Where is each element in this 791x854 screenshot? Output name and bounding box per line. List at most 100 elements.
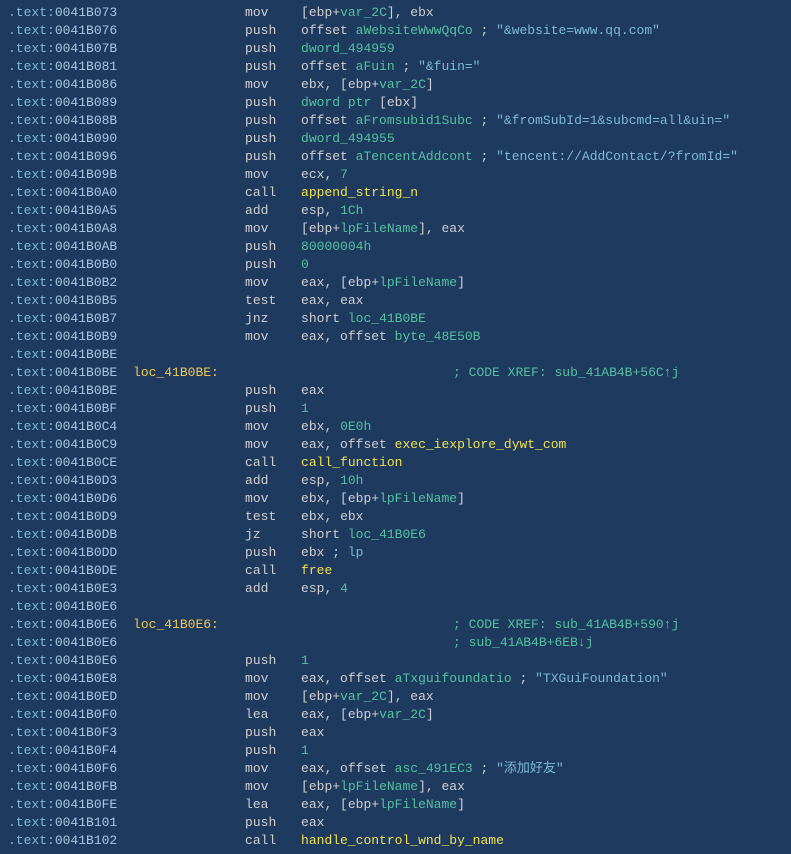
operand-token: , [ <box>324 491 347 506</box>
asm-line[interactable]: .text:0041B0F3 pusheax <box>8 724 783 742</box>
operands: eax, [ebp+lpFileName] <box>301 275 465 290</box>
segment-prefix: .text: <box>8 671 55 686</box>
asm-line[interactable]: .text:0041B0E6 loc_41B0E6:; CODE XREF: s… <box>8 616 783 634</box>
segment-prefix: .text: <box>8 761 55 776</box>
asm-line[interactable]: .text:0041B0D9 testebx, ebx <box>8 508 783 526</box>
asm-line[interactable]: .text:0041B0F4 push1 <box>8 742 783 760</box>
operand-token: lpFileName <box>379 491 457 506</box>
asm-line[interactable]: .text:0041B0C9 moveax, offset exec_iexpl… <box>8 436 783 454</box>
operands: eax, offset aTxguifoundatio ; "TXGuiFoun… <box>301 671 668 686</box>
operand-token: offset <box>301 23 356 38</box>
asm-line[interactable]: .text:0041B0B2 moveax, [ebp+lpFileName] <box>8 274 783 292</box>
asm-line[interactable]: .text:0041B0BE loc_41B0BE:; CODE XREF: s… <box>8 364 783 382</box>
address: 0041B101 <box>55 815 117 830</box>
asm-line[interactable]: .text:0041B0E8 moveax, offset aTxguifoun… <box>8 670 783 688</box>
asm-line[interactable]: .text:0041B0BF push1 <box>8 400 783 418</box>
operand-token: + <box>332 689 340 704</box>
operand-token: eax <box>301 797 324 812</box>
asm-line[interactable]: .text:0041B081 pushoffset aFuin ; "&fuin… <box>8 58 783 76</box>
asm-line[interactable]: .text:0041B0C4 movebx, 0E0h <box>8 418 783 436</box>
operand-token: , [ <box>324 797 347 812</box>
address: 0041B0F6 <box>55 761 117 776</box>
asm-line[interactable]: .text:0041B0BE pusheax <box>8 382 783 400</box>
asm-line[interactable]: .text:0041B090 pushdword_494955 <box>8 130 783 148</box>
asm-line[interactable]: .text:0041B0B0 push0 <box>8 256 783 274</box>
operand-token: ebx <box>340 509 363 524</box>
asm-line[interactable]: .text:0041B0DE callfree <box>8 562 783 580</box>
mnemonic: add <box>245 202 268 220</box>
asm-line[interactable]: .text:0041B0B7 jnzshort loc_41B0BE <box>8 310 783 328</box>
asm-line[interactable]: .text:0041B0E6 <box>8 598 783 616</box>
operands: offset aWebsiteWwwQqCo ; "&website=www.q… <box>301 23 660 38</box>
operand-token: [ <box>301 689 309 704</box>
operand-token: lp <box>348 545 364 560</box>
operand-token: 1 <box>301 743 309 758</box>
asm-line[interactable]: .text:0041B0CE callcall_function <box>8 454 783 472</box>
asm-line[interactable]: .text:0041B102 callhandle_control_wnd_by… <box>8 832 783 850</box>
asm-line[interactable]: .text:0041B086 movebx, [ebp+var_2C] <box>8 76 783 94</box>
operands: dword_494959 <box>301 41 395 56</box>
operands: [ebp+lpFileName], eax <box>301 221 465 236</box>
asm-line[interactable]: .text:0041B096 pushoffset aTencentAddcon… <box>8 148 783 166</box>
mnemonic: mov <box>245 76 268 94</box>
asm-line[interactable]: .text:0041B0AB push80000004h <box>8 238 783 256</box>
operand-token: offset <box>301 113 356 128</box>
asm-line[interactable]: .text:0041B0FB mov[ebp+lpFileName], eax <box>8 778 783 796</box>
segment-prefix: .text: <box>8 311 55 326</box>
asm-line[interactable]: .text:0041B076 pushoffset aWebsiteWwwQqC… <box>8 22 783 40</box>
operand-token: eax <box>301 815 324 830</box>
asm-line[interactable]: .text:0041B0B5 testeax, eax <box>8 292 783 310</box>
segment-prefix: .text: <box>8 707 55 722</box>
asm-line[interactable]: .text:0041B0DD pushebx ; lp <box>8 544 783 562</box>
address: 0041B0C4 <box>55 419 117 434</box>
asm-line[interactable]: .text:0041B0A5 addesp, 1Ch <box>8 202 783 220</box>
asm-line[interactable]: .text:0041B073 mov[ebp+var_2C], ebx <box>8 4 783 22</box>
address: 0041B0DE <box>55 563 117 578</box>
mnemonic: jnz <box>245 310 268 328</box>
asm-line[interactable]: .text:0041B08B pushoffset aFromsubid1Sub… <box>8 112 783 130</box>
operand-token: [ <box>301 5 309 20</box>
operands: short loc_41B0E6 <box>301 527 426 542</box>
asm-line[interactable]: .text:0041B0E6 push1 <box>8 652 783 670</box>
asm-line[interactable]: .text:0041B0A8 mov[ebp+lpFileName], eax <box>8 220 783 238</box>
operands: ebx, [ebp+var_2C] <box>301 77 434 92</box>
operand-token: ] <box>457 491 465 506</box>
asm-line[interactable]: .text:0041B0DB jzshort loc_41B0E6 <box>8 526 783 544</box>
segment-prefix: .text: <box>8 815 55 830</box>
operand-token: 0E0h <box>340 419 371 434</box>
operand-token: aFromsubid1Subc <box>356 113 473 128</box>
asm-line[interactable]: .text:0041B0A0 callappend_string_n <box>8 184 783 202</box>
operand-token: 1 <box>301 653 309 668</box>
operand-token: eax <box>301 437 324 452</box>
operand-token: ; <box>512 671 535 686</box>
asm-line[interactable]: .text:0041B0ED mov[ebp+var_2C], eax <box>8 688 783 706</box>
operands: dword ptr [ebx] <box>301 95 418 110</box>
asm-line[interactable]: .text:0041B0F0 leaeax, [ebp+var_2C] <box>8 706 783 724</box>
address: 0041B0ED <box>55 689 117 704</box>
asm-line[interactable]: .text:0041B0E3 addesp, 4 <box>8 580 783 598</box>
asm-line[interactable]: .text:0041B09B movecx, 7 <box>8 166 783 184</box>
mnemonic: mov <box>245 166 268 184</box>
asm-line[interactable]: .text:0041B0E6 ; sub_41AB4B+6EB↓j <box>8 634 783 652</box>
operand-token: eax <box>410 689 433 704</box>
asm-line[interactable]: .text:0041B101 pusheax <box>8 814 783 832</box>
asm-line[interactable]: .text:0041B0FE leaeax, [ebp+lpFileName] <box>8 796 783 814</box>
operands: offset aFromsubid1Subc ; "&fromSubId=1&s… <box>301 113 730 128</box>
address: 0041B081 <box>55 59 117 74</box>
mnemonic: push <box>245 544 276 562</box>
asm-line[interactable]: .text:0041B0F6 moveax, offset asc_491EC3… <box>8 760 783 778</box>
operand-token: byte_48E50B <box>395 329 481 344</box>
segment-prefix: .text: <box>8 545 55 560</box>
asm-line[interactable]: .text:0041B07B pushdword_494959 <box>8 40 783 58</box>
address: 0041B0BE <box>55 347 117 362</box>
operand-token: esp <box>301 203 324 218</box>
asm-line[interactable]: .text:0041B0B9 moveax, offset byte_48E50… <box>8 328 783 346</box>
address: 0041B0E6 <box>55 617 117 632</box>
asm-line[interactable]: .text:0041B089 pushdword ptr [ebx] <box>8 94 783 112</box>
asm-line[interactable]: .text:0041B0D6 movebx, [ebp+lpFileName] <box>8 490 783 508</box>
asm-line[interactable]: .text:0041B0D3 addesp, 10h <box>8 472 783 490</box>
operand-token: ebp <box>309 689 332 704</box>
segment-prefix: .text: <box>8 401 55 416</box>
asm-line[interactable]: .text:0041B0BE <box>8 346 783 364</box>
address: 0041B0B7 <box>55 311 117 326</box>
